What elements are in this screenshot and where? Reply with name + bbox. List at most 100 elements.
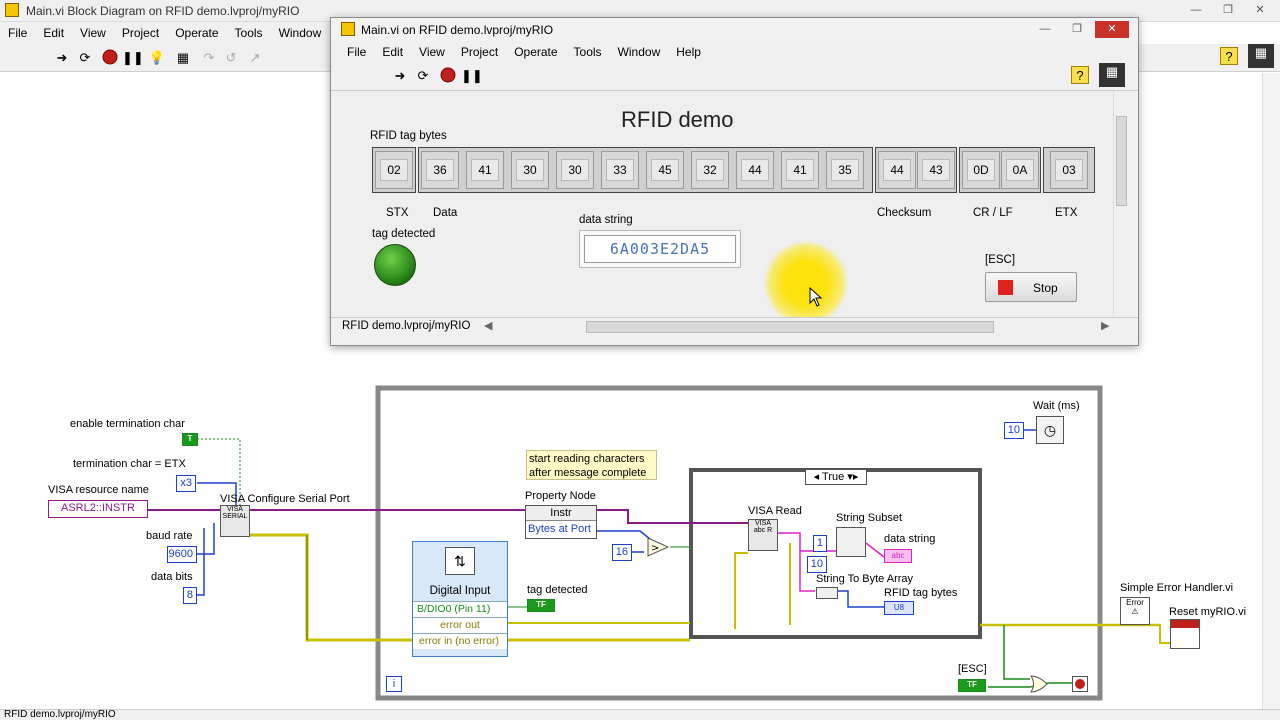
loop-condition-stop-icon[interactable]	[1072, 676, 1088, 692]
step-over-icon[interactable]: ↺	[222, 49, 240, 67]
menu-file[interactable]: File	[339, 41, 374, 63]
run-arrow-icon[interactable]: ➜	[53, 49, 71, 67]
digital-input-label: Digital Input	[429, 585, 491, 597]
abort-icon[interactable]	[439, 67, 457, 85]
run-continuously-icon[interactable]: ⟳	[76, 49, 94, 67]
byte-4: 30	[556, 151, 594, 189]
close-icon[interactable]: ✕	[1246, 2, 1274, 19]
byte-2: 41	[466, 151, 504, 189]
constant-16[interactable]: 16	[612, 544, 632, 561]
menu-operate[interactable]: Operate	[506, 41, 565, 63]
tag-detected-indicator-terminal[interactable]: TF	[527, 599, 555, 612]
property-node[interactable]: Instr Bytes at Port	[525, 505, 597, 539]
byte-8: 44	[736, 151, 774, 189]
termination-char-constant[interactable]: x3	[176, 475, 196, 492]
simple-error-handler-node[interactable]: Error ⚠	[1120, 597, 1150, 625]
stop-button[interactable]: Stop	[985, 272, 1077, 302]
wait-ms-label: Wait (ms)	[1033, 400, 1080, 412]
stx-label: STX	[386, 207, 409, 219]
context-help-icon[interactable]: ?	[1071, 66, 1089, 84]
run-arrow-icon[interactable]: ➜	[391, 67, 409, 85]
block-diagram-title: Main.vi Block Diagram on RFID demo.lvpro…	[26, 4, 300, 18]
case-selector[interactable]: ◂ True ▾▸	[805, 469, 867, 485]
iteration-terminal: i	[386, 676, 402, 692]
esc-label: [ESC]	[985, 254, 1016, 266]
scroll-right-icon[interactable]: ▶	[1101, 319, 1109, 332]
menu-project[interactable]: Project	[114, 22, 167, 44]
enable-termination-constant[interactable]: T	[182, 433, 198, 446]
abort-icon[interactable]	[101, 49, 119, 67]
run-continuously-icon[interactable]: ⟳	[414, 67, 432, 85]
pause-icon[interactable]: ❚❚	[461, 67, 483, 85]
simple-error-handler-label: Simple Error Handler.vi	[1120, 582, 1234, 594]
enable-termination-char-label: enable termination char	[70, 418, 185, 430]
esc-terminal-label: [ESC]	[958, 663, 987, 675]
string-to-byte-node[interactable]	[816, 587, 838, 599]
visa-resource-constant[interactable]: ASRL2::INSTR	[48, 500, 148, 518]
block-diagram-vscrollbar[interactable]	[1262, 73, 1280, 709]
byte-0: 02	[375, 151, 413, 189]
menu-window[interactable]: Window	[271, 22, 330, 44]
highlight-execution-icon[interactable]: 💡	[148, 49, 166, 67]
close-icon[interactable]: ✕	[1095, 21, 1129, 38]
string-subset-node[interactable]	[836, 527, 866, 557]
digital-input-express-vi[interactable]: ⇅ Digital Input B/DIO0 (Pin 11) error ou…	[412, 541, 508, 657]
stop-square-icon	[998, 280, 1013, 295]
cursor-highlight	[764, 241, 848, 325]
retain-wire-values-icon[interactable]: ▦	[174, 49, 192, 67]
termination-char-label: termination char = ETX	[73, 458, 186, 470]
data-string-terminal[interactable]: abc	[884, 549, 912, 563]
constant-10-subset[interactable]: 10	[807, 556, 827, 573]
menu-edit[interactable]: Edit	[35, 22, 72, 44]
front-panel-vscrollbar[interactable]	[1113, 91, 1129, 316]
visa-read-node[interactable]: VISA abc R	[748, 519, 778, 551]
menu-view[interactable]: View	[411, 41, 453, 63]
constant-1[interactable]: 1	[813, 535, 827, 552]
visa-configure-node[interactable]: VISA SERIAL	[220, 505, 250, 537]
visa-configure-label: VISA Configure Serial Port	[220, 493, 350, 505]
restore-icon[interactable]: ❐	[1063, 21, 1091, 38]
rfid-tag-bytes-terminal[interactable]: U8	[884, 601, 914, 615]
reset-myrio-node[interactable]	[1170, 619, 1200, 649]
byte-15: 03	[1050, 151, 1088, 189]
baud-rate-constant[interactable]: 9600	[167, 546, 197, 563]
checksum-label: Checksum	[877, 207, 932, 219]
data-bits-constant[interactable]: 8	[183, 587, 197, 604]
wait-constant[interactable]: 10	[1004, 422, 1024, 439]
data-string-value: 6A003E2DA5	[584, 235, 736, 263]
block-diagram-menubar: File Edit View Project Operate Tools Win…	[0, 22, 346, 44]
labview-vi-icon	[5, 3, 19, 17]
menu-view[interactable]: View	[72, 22, 114, 44]
front-panel-canvas[interactable]: RFID demo RFID tag bytes 02 36 41 30 30 …	[339, 91, 1121, 325]
visa-read-label: VISA Read	[748, 505, 802, 517]
front-panel-window: Main.vi on RFID demo.lvproj/myRIO — ❐ ✕ …	[330, 17, 1139, 346]
digital-input-error-out: error out	[413, 617, 507, 633]
pause-icon[interactable]: ❚❚	[122, 49, 144, 67]
string-to-byte-label: String To Byte Array	[816, 573, 914, 585]
menu-edit[interactable]: Edit	[374, 41, 411, 63]
menu-tools[interactable]: Tools	[566, 41, 610, 63]
vscroll-thumb[interactable]	[1116, 116, 1127, 206]
menu-tools[interactable]: Tools	[227, 22, 271, 44]
scroll-left-icon[interactable]: ◀	[484, 319, 492, 332]
menu-project[interactable]: Project	[453, 41, 506, 63]
restore-icon[interactable]: ❐	[1214, 2, 1242, 19]
window-controls: — ❐ ✕	[1182, 2, 1274, 19]
svg-text:>: >	[651, 543, 659, 554]
minimize-icon[interactable]: —	[1182, 2, 1210, 19]
menu-operate[interactable]: Operate	[167, 22, 226, 44]
stop-button-label: Stop	[1033, 281, 1058, 295]
byte-6: 45	[646, 151, 684, 189]
hscroll-thumb[interactable]	[586, 321, 994, 333]
byte-10: 35	[826, 151, 864, 189]
menu-file[interactable]: File	[0, 22, 35, 44]
menu-window[interactable]: Window	[610, 41, 669, 63]
stop-button-terminal[interactable]: TF	[958, 679, 986, 692]
step-into-icon[interactable]: ↷	[200, 49, 218, 67]
step-out-icon[interactable]: ↗	[246, 49, 264, 67]
string-subset-label: String Subset	[836, 512, 903, 524]
minimize-icon[interactable]: —	[1031, 21, 1059, 38]
menu-help[interactable]: Help	[668, 41, 709, 63]
wait-clock-icon[interactable]: ◷	[1036, 416, 1064, 444]
context-help-icon[interactable]: ?	[1220, 47, 1238, 65]
